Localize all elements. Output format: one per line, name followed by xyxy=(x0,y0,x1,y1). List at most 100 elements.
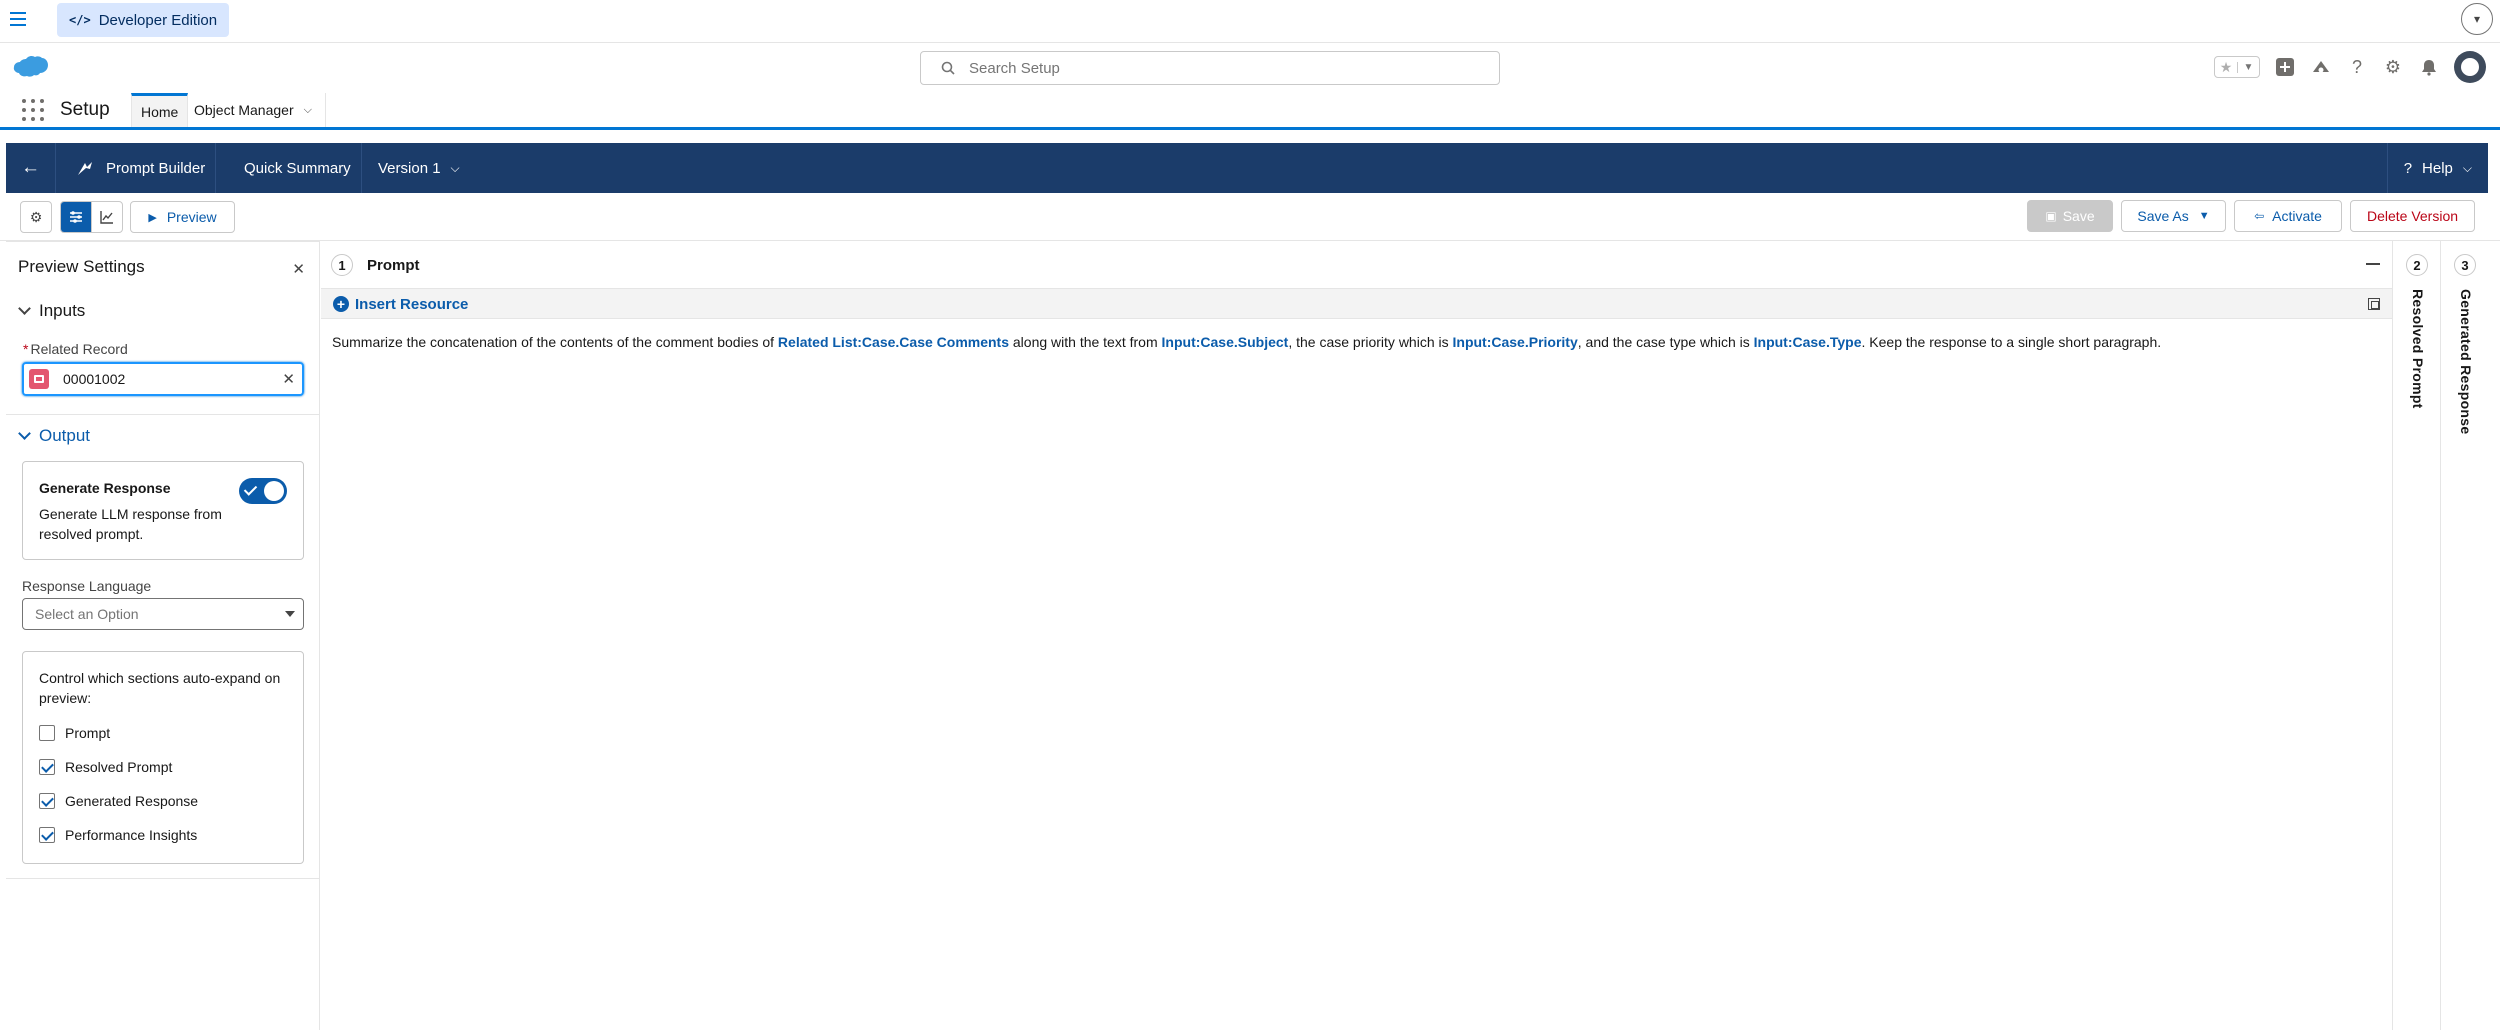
save-label: Save xyxy=(2062,208,2095,224)
checkbox-row-performance-insights[interactable]: Performance Insights xyxy=(39,827,197,843)
gear-icon: ⚙ xyxy=(29,208,43,225)
settings-button[interactable]: ⚙ xyxy=(20,201,52,233)
prompt-template-text[interactable]: Summarize the concatenation of the conte… xyxy=(332,334,2161,350)
favorites-button[interactable]: ★ ▼ xyxy=(2214,56,2260,78)
merge-field-token[interactable]: Input:Case.Type xyxy=(1754,334,1862,350)
prompt-panel: 1 Prompt + Insert Resource Summarize the… xyxy=(321,241,2392,1030)
output-heading: Output xyxy=(39,426,91,445)
checkmark-icon xyxy=(243,482,258,496)
checkbox-prompt[interactable] xyxy=(39,725,55,741)
related-record-value[interactable]: 00001002 xyxy=(63,371,125,387)
search-icon xyxy=(941,61,955,75)
arrow-left-icon: ← xyxy=(21,157,40,178)
resolved-prompt-panel[interactable]: 2 Resolved Prompt xyxy=(2392,241,2440,1030)
insights-toggle[interactable] xyxy=(91,202,122,232)
chevron-down-icon[interactable]: ▼ xyxy=(2237,61,2259,73)
minimize-icon[interactable] xyxy=(2366,263,2380,265)
version-selector[interactable]: Version 1 ⌵ xyxy=(362,143,460,193)
gear-icon[interactable]: ⚙ xyxy=(2382,56,2404,78)
close-icon[interactable]: ✕ xyxy=(292,260,305,278)
insert-resource-button[interactable]: Insert Resource xyxy=(355,296,468,313)
user-icon xyxy=(2461,58,2479,76)
checkbox-performance-insights[interactable] xyxy=(39,827,55,843)
developer-edition-badge[interactable]: </> Developer Edition xyxy=(57,3,230,37)
add-icon[interactable] xyxy=(2274,56,2296,78)
inputs-section-toggle[interactable]: Inputs xyxy=(18,301,85,321)
preview-settings-panel: Preview Settings ✕ Inputs * Related Recor… xyxy=(6,241,320,1030)
salesforce-logo-icon xyxy=(13,55,48,77)
checkbox-row-resolved-prompt[interactable]: Resolved Prompt xyxy=(39,759,172,775)
save-as-label: Save As xyxy=(2137,208,2189,224)
prompt-text-segment: . Keep the response to a single short pa… xyxy=(1861,334,2162,350)
step-badge: 3 xyxy=(2454,254,2476,276)
prompt-text-segment: along with the text from xyxy=(1009,334,1162,350)
help-menu[interactable]: ? Help ⌵ xyxy=(2386,143,2488,193)
response-language-label: Response Language xyxy=(22,578,152,594)
app-launcher-icon[interactable] xyxy=(22,99,44,121)
tab-home[interactable]: Home xyxy=(131,93,189,127)
prompt-text-segment: , the case priority which is xyxy=(1288,334,1453,350)
activate-icon: ⇦ xyxy=(2254,209,2265,223)
checkbox-row-prompt[interactable]: Prompt xyxy=(39,725,110,741)
generate-response-toggle[interactable] xyxy=(239,478,287,504)
response-language-select[interactable]: Select an Option xyxy=(22,598,304,630)
tab-object-manager-label: Object Manager xyxy=(194,102,294,118)
version-label: Version 1 xyxy=(378,159,441,177)
checkbox-row-generated-response[interactable]: Generated Response xyxy=(39,793,198,809)
related-record-field[interactable]: 00001002 ✕ xyxy=(22,362,304,396)
search-input[interactable] xyxy=(969,59,1449,77)
caret-down-icon xyxy=(285,611,295,617)
activate-button[interactable]: ⇦ Activate xyxy=(2234,200,2342,232)
header-actions: ★ ▼ ? ⚙ xyxy=(2214,51,2486,83)
chevron-down-icon: ⌵ xyxy=(450,160,460,175)
chevron-down-icon[interactable]: ▾ xyxy=(2461,3,2493,35)
save-as-button[interactable]: Save As ▼ xyxy=(2121,200,2226,232)
chevron-down-icon[interactable]: ⌵ xyxy=(304,104,312,117)
builder-title-label: Prompt Builder xyxy=(106,159,206,177)
avatar[interactable] xyxy=(2454,51,2486,83)
search-bar[interactable] xyxy=(920,51,1500,85)
global-header: ★▼ ? ⚙ xyxy=(0,43,2500,93)
trailhead-icon[interactable] xyxy=(2310,56,2332,78)
bell-icon[interactable] xyxy=(2418,56,2440,78)
clear-icon[interactable]: ✕ xyxy=(282,370,295,388)
related-record-label: * Related Record xyxy=(23,341,128,357)
checkbox-generated-response[interactable] xyxy=(39,793,55,809)
save-button[interactable]: ▣ Save xyxy=(2027,200,2113,232)
prompt-builder-icon xyxy=(78,162,92,175)
checkbox-resolved-prompt[interactable] xyxy=(39,759,55,775)
preview-settings-toggle[interactable] xyxy=(61,202,92,232)
required-icon: * xyxy=(23,341,29,357)
app-name: Setup xyxy=(60,99,110,120)
builder-toolbar: ⚙ ▶ Preview ▣ Save Save As ▼ ⇦ Activate … xyxy=(0,193,2500,241)
case-record-icon xyxy=(29,369,49,389)
resolved-prompt-title: Resolved Prompt xyxy=(2410,289,2426,409)
delete-version-button[interactable]: Delete Version xyxy=(2350,200,2475,232)
auto-expand-description: Control which sections auto-expand on pr… xyxy=(39,670,281,706)
back-button[interactable]: ← xyxy=(6,143,56,193)
menu-icon[interactable] xyxy=(10,12,26,26)
add-circle-icon[interactable]: + xyxy=(333,296,349,312)
activate-label: Activate xyxy=(2272,208,2322,224)
help-icon[interactable]: ? xyxy=(2346,56,2368,78)
output-section-toggle[interactable]: Output xyxy=(18,426,90,446)
view-toggle-group xyxy=(60,201,123,233)
preview-button[interactable]: ▶ Preview xyxy=(130,201,235,233)
developer-edition-label: Developer Edition xyxy=(98,11,218,29)
builder-title: Prompt Builder xyxy=(56,143,216,193)
tab-object-manager[interactable]: Object Manager ⌵ xyxy=(186,93,326,127)
prompt-text-segment: Summarize the concatenation of the conte… xyxy=(332,334,778,350)
chevron-down-icon xyxy=(18,427,31,440)
inputs-heading: Inputs xyxy=(39,301,86,320)
merge-field-token[interactable]: Input:Case.Subject xyxy=(1162,334,1289,350)
generated-response-panel[interactable]: 3 Generated Response xyxy=(2440,241,2488,1030)
generate-response-title: Generate Response xyxy=(39,480,171,496)
copy-icon[interactable] xyxy=(2368,298,2380,310)
prompt-text-segment: , and the case type which is xyxy=(1577,334,1754,350)
related-record-label-text: Related Record xyxy=(30,341,128,357)
generate-response-card: Generate Response Generate LLM response … xyxy=(22,461,304,560)
checkbox-label: Generated Response xyxy=(65,793,199,809)
merge-field-token[interactable]: Input:Case.Priority xyxy=(1453,334,1578,350)
star-icon[interactable]: ★ xyxy=(2215,59,2237,76)
merge-field-token[interactable]: Related List:Case.Case Comments xyxy=(778,334,1009,350)
